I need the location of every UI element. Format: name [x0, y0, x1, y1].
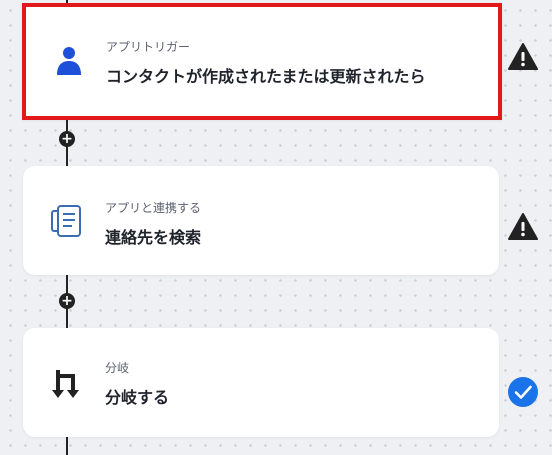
step-title: コンタクトが作成されたまたは更新されたら	[106, 67, 426, 86]
add-step-button[interactable]: +	[59, 293, 75, 309]
warning-icon[interactable]	[508, 212, 538, 242]
step-card-action[interactable]: アプリと連携する 連絡先を検索	[23, 166, 499, 275]
address-book-icon	[50, 204, 84, 238]
step-type-label: アプリと連携する	[105, 201, 202, 215]
step-card-branch[interactable]: 分岐 分岐する	[23, 328, 499, 437]
checkmark-icon	[508, 377, 538, 407]
step-title: 連絡先を検索	[105, 228, 202, 247]
step-type-label: アプリトリガー	[106, 40, 191, 54]
step-card-trigger[interactable]: アプリトリガー コンタクトが作成されたまたは更新されたら	[22, 3, 502, 120]
warning-icon[interactable]	[508, 42, 538, 72]
add-step-button[interactable]: +	[59, 131, 75, 147]
branch-icon	[50, 366, 84, 400]
step-type-label: 分岐	[105, 361, 130, 375]
step-title: 分岐する	[105, 388, 170, 407]
contact-person-icon	[52, 43, 86, 77]
